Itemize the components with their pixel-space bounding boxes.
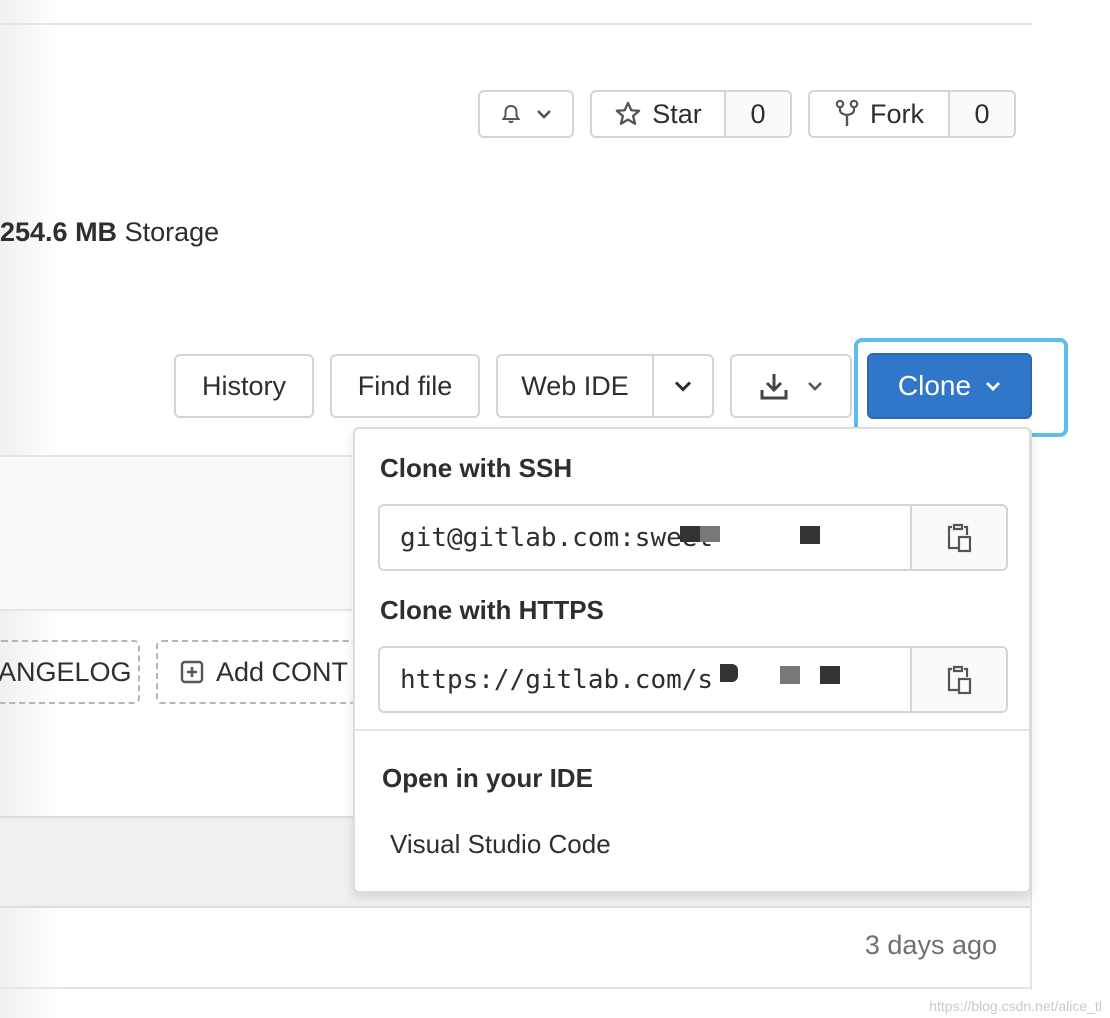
- chevron-down-icon: [985, 380, 1001, 392]
- changelog-button[interactable]: ANGELOG: [0, 640, 140, 704]
- web-ide-button-group: Web IDE: [496, 354, 714, 418]
- add-contributing-label: Add CONT: [216, 656, 349, 687]
- https-url-input[interactable]: https://gitlab.com/s: [380, 648, 910, 711]
- redaction-mark: [700, 526, 720, 542]
- star-button-group: Star 0: [590, 90, 792, 138]
- fork-label: Fork: [870, 98, 924, 129]
- clone-dropdown: Clone with SSH git@gitlab.com:sweet Clon…: [353, 427, 1031, 893]
- clone-button[interactable]: Clone: [867, 353, 1032, 419]
- https-url-field: https://gitlab.com/s: [378, 646, 1008, 713]
- download-button[interactable]: [730, 354, 852, 418]
- ssh-url-field: git@gitlab.com:sweet: [378, 504, 1008, 571]
- chevron-down-icon: [807, 380, 823, 392]
- clipboard-icon: [946, 522, 972, 554]
- star-icon: [614, 100, 642, 128]
- clone-label: Clone: [897, 370, 972, 401]
- star-label: Star: [652, 98, 702, 129]
- chevron-down-icon: [536, 108, 552, 120]
- top-divider: [0, 23, 1032, 25]
- bell-icon: [500, 103, 522, 125]
- redaction-mark: [780, 666, 800, 684]
- notification-button[interactable]: [478, 90, 574, 138]
- open-in-ide-heading: Open in your IDE: [382, 763, 593, 793]
- fork-icon: [834, 99, 860, 129]
- copy-https-button[interactable]: [910, 648, 1006, 711]
- storage-label: Storage: [124, 217, 220, 247]
- download-icon: [759, 371, 789, 401]
- changelog-label: ANGELOG: [0, 656, 132, 687]
- history-button[interactable]: History: [174, 354, 314, 418]
- dropdown-divider: [355, 729, 1029, 731]
- fork-button[interactable]: Fork: [810, 92, 948, 136]
- storage-value: 254.6 MB: [0, 217, 118, 247]
- open-in-vscode-item[interactable]: Visual Studio Code: [390, 829, 611, 860]
- web-ide-button[interactable]: Web IDE: [498, 356, 652, 416]
- redaction-mark: [680, 526, 700, 542]
- copy-ssh-button[interactable]: [910, 506, 1006, 569]
- project-info-band: [0, 455, 352, 611]
- ssh-url-text: git@gitlab.com:sweet: [400, 522, 714, 553]
- ssh-url-input[interactable]: git@gitlab.com:sweet: [380, 506, 910, 569]
- watermark: https://blog.csdn.net/alice_tl: [929, 998, 1102, 1014]
- redaction-mark: [800, 526, 820, 544]
- clone-https-heading: Clone with HTTPS: [380, 595, 604, 625]
- chevron-down-icon: [674, 380, 692, 392]
- bottom-divider: [0, 987, 1032, 989]
- add-contributing-button[interactable]: Add CONT: [156, 640, 356, 704]
- redaction-mark: [820, 666, 840, 684]
- last-commit-time: 3 days ago: [864, 930, 997, 960]
- find-file-button[interactable]: Find file: [330, 354, 480, 418]
- storage-stat[interactable]: 254.6 MB Storage: [0, 217, 219, 248]
- fork-count[interactable]: 0: [948, 92, 1014, 136]
- clone-ssh-heading: Clone with SSH: [380, 453, 573, 483]
- fork-button-group: Fork 0: [808, 90, 1016, 138]
- star-button[interactable]: Star: [592, 92, 724, 136]
- https-url-text: https://gitlab.com/s: [400, 664, 714, 695]
- clipboard-icon: [946, 664, 972, 696]
- redaction-mark: [720, 664, 738, 682]
- plus-square-icon: [180, 660, 204, 684]
- star-count[interactable]: 0: [724, 92, 790, 136]
- web-ide-dropdown-toggle[interactable]: [652, 356, 712, 416]
